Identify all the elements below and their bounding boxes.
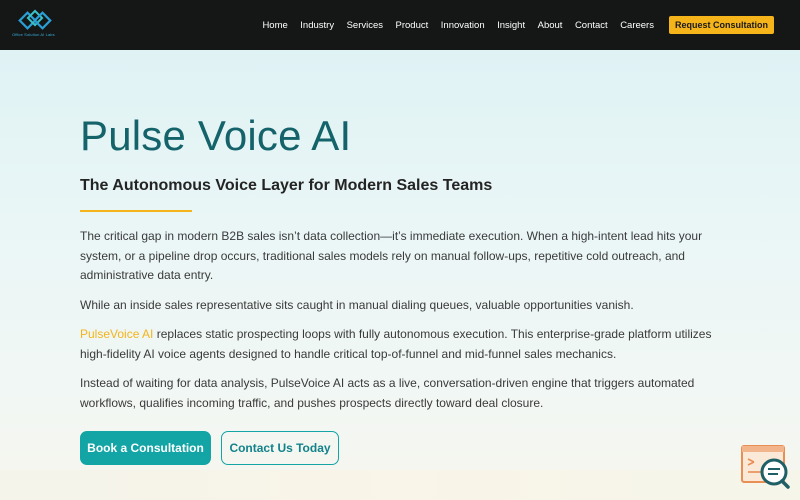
contact-us-button[interactable]: Contact Us Today	[221, 431, 339, 465]
hero-buttons: Book a Consultation Contact Us Today	[80, 431, 720, 465]
nav-industry[interactable]: Industry	[300, 20, 334, 31]
nav-careers[interactable]: Careers	[620, 20, 654, 31]
request-consultation-button[interactable]: Request Consultation	[668, 16, 774, 34]
book-consultation-button[interactable]: Book a Consultation	[80, 431, 211, 465]
bottom-section-band	[0, 470, 800, 500]
pulsevoice-link[interactable]: PulseVoice AI	[80, 327, 153, 341]
logo-tagline: Office Solution AI Labs	[12, 32, 55, 37]
page-title: Pulse Voice AI	[80, 112, 352, 159]
nav-product[interactable]: Product	[396, 20, 429, 31]
site-header: Office Solution AI Labs Home Industry Se…	[0, 0, 800, 50]
opportunity-paragraph: While an inside sales representative sit…	[80, 297, 634, 312]
product-paragraph: PulseVoice AI replaces static prospectin…	[80, 325, 720, 364]
intro-paragraph: The critical gap in modern B2B sales isn…	[80, 229, 703, 282]
nav-about[interactable]: About	[538, 20, 563, 31]
chat-widget-button[interactable]	[740, 444, 792, 490]
chat-search-icon	[741, 445, 790, 489]
engine-paragraph: Instead of waiting for data analysis, Pu…	[80, 376, 695, 410]
title-divider	[80, 210, 192, 212]
nav-home[interactable]: Home	[262, 20, 287, 31]
hero-section: Pulse Voice AI The Autonomous Voice Laye…	[80, 108, 720, 465]
page-subtitle: The Autonomous Voice Layer for Modern Sa…	[80, 177, 493, 194]
product-paragraph-text: replaces static prospecting loops with f…	[80, 327, 712, 361]
brand-logo-icon	[18, 9, 52, 30]
main-nav: Home Industry Services Product Innovatio…	[250, 0, 774, 50]
brand-logo[interactable]: Office Solution AI Labs	[10, 9, 60, 39]
nav-insight[interactable]: Insight	[497, 20, 525, 31]
nav-services[interactable]: Services	[347, 20, 383, 31]
nav-innovation[interactable]: Innovation	[441, 20, 485, 31]
nav-contact[interactable]: Contact	[575, 20, 608, 31]
